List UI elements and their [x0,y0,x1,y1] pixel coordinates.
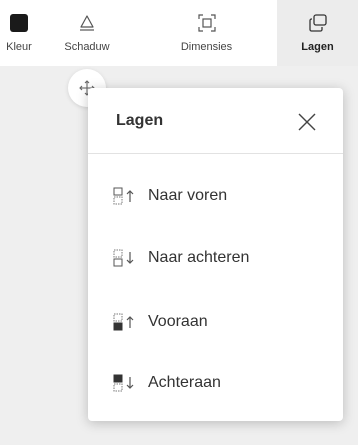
menu-item-bring-to-front[interactable]: Vooraan [88,302,343,342]
toolbar-item-label: Schaduw [64,41,110,53]
toolbar-item-label: Kleur [6,41,32,53]
menu-item-send-to-back[interactable]: Achteraan [88,363,343,403]
dimensions-icon [197,14,216,32]
panel-title: Lagen [116,112,164,129]
menu-item-label: Naar achteren [148,249,250,266]
panel-header: Lagen [88,88,343,154]
toolbar-item-layers[interactable]: Lagen [277,0,358,66]
menu-item-label: Naar voren [148,187,228,204]
close-icon [298,113,316,131]
toolbar-item-label: Lagen [301,41,334,53]
menu-item-label: Vooraan [148,313,208,330]
toolbar-item-label: Dimensies [180,41,233,53]
menu-item-bring-forward[interactable]: Naar voren [88,176,343,216]
layers-panel: Lagen Naar voren Naar achteren Vooraan A… [88,88,343,421]
bring-to-front-icon [113,313,134,331]
toolbar: Kleur Schaduw Dimensies Lagen [0,0,358,66]
color-swatch-icon [10,14,28,32]
bring-forward-icon [113,187,134,205]
shadow-icon [80,15,94,31]
menu-item-send-backward[interactable]: Naar achteren [88,238,343,278]
toolbar-item-shadow[interactable]: Schaduw [38,0,136,66]
toolbar-item-dimensions[interactable]: Dimensies [136,0,277,66]
close-button[interactable] [296,111,318,133]
send-to-back-icon [113,374,134,392]
menu-item-label: Achteraan [148,374,221,391]
send-backward-icon [113,249,134,267]
toolbar-item-color[interactable]: Kleur [0,0,38,66]
layers-icon [308,14,327,32]
